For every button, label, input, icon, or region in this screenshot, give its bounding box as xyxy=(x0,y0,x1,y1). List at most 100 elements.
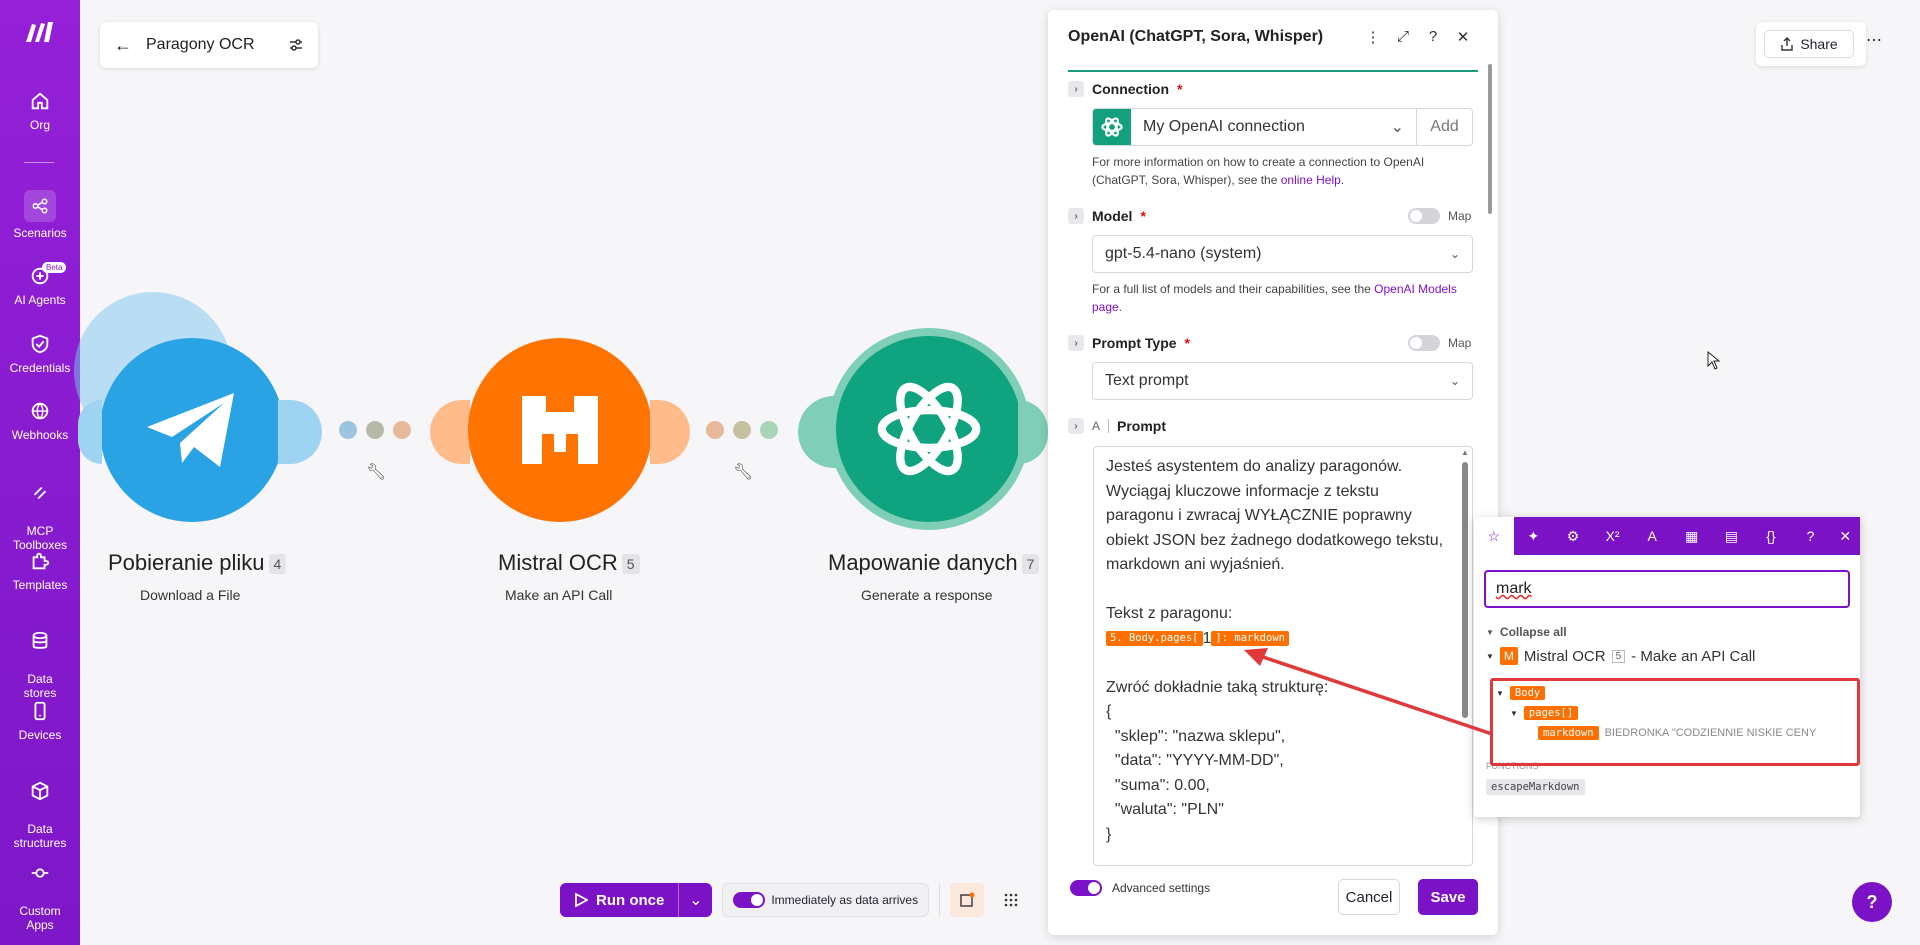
module-port xyxy=(278,400,322,464)
ai-sparkle-icon[interactable]: ✦ xyxy=(1514,517,1554,555)
function-item[interactable]: escapeMarkdown xyxy=(1486,779,1585,795)
close-icon[interactable]: ✕ xyxy=(1448,28,1478,46)
sidebar-item-org[interactable]: Org xyxy=(0,90,80,132)
sidebar-item-mcp-toolboxes[interactable]: MCP Toolboxes xyxy=(0,468,80,552)
model-select[interactable]: gpt-5.4-nano (system) ⌄ xyxy=(1092,235,1473,273)
text-icon[interactable]: A xyxy=(1632,517,1672,555)
model-map-toggle[interactable]: Map xyxy=(1408,208,1471,224)
module-port xyxy=(1018,400,1048,464)
back-arrow-icon[interactable]: ← xyxy=(114,35,132,56)
prompt-label: › A Prompt xyxy=(1068,418,1166,434)
share-icon xyxy=(1781,37,1794,51)
sidebar-item-label: Custom Apps xyxy=(19,904,61,932)
share-button[interactable]: Share xyxy=(1764,30,1854,58)
panel-scrollbar[interactable] xyxy=(1488,64,1492,214)
scenario-title[interactable]: Paragony OCR xyxy=(146,36,274,54)
run-once-button[interactable]: Run once xyxy=(560,883,679,917)
schedule-toggle[interactable]: Immediately as data arrives xyxy=(722,883,930,917)
expand-icon[interactable]: ⤢ xyxy=(1388,28,1418,45)
mapped-token[interactable]: 5. Body.pages[ xyxy=(1106,630,1203,646)
mapping-tabs: ☆ ✦ ⚙ X² A ▦ ▤ {} ? ✕ xyxy=(1474,517,1860,555)
help-icon[interactable]: ? xyxy=(1791,517,1831,555)
chevron-down-icon: ⌄ xyxy=(1390,119,1404,136)
map-switch[interactable] xyxy=(1408,335,1440,351)
highlight-frame xyxy=(1490,678,1860,766)
chevron-right-icon[interactable]: › xyxy=(1068,81,1084,97)
help-icon[interactable]: ? xyxy=(1418,28,1448,45)
sidebar-item-devices[interactable]: Devices xyxy=(0,700,80,742)
prompt-type-map-toggle[interactable]: Map xyxy=(1408,335,1471,351)
advanced-settings-switch[interactable] xyxy=(1070,880,1102,896)
star-icon[interactable]: ☆ xyxy=(1474,517,1514,555)
notes-icon[interactable] xyxy=(950,883,985,917)
map-switch[interactable] xyxy=(1408,208,1440,224)
connection-field[interactable]: My OpenAI connection ⌄ Add xyxy=(1092,108,1473,146)
table-icon[interactable]: ▤ xyxy=(1712,517,1752,555)
kebab-menu-icon[interactable]: ⋮ xyxy=(1358,28,1388,46)
sidebar-item-label: MCP Toolboxes xyxy=(12,524,68,552)
openai-icon xyxy=(877,382,981,476)
sidebar-item-label: Scenarios xyxy=(13,226,67,240)
prompt-type-label: › Prompt Type * xyxy=(1068,335,1190,351)
tree-module-mistral[interactable]: ▼ M Mistral OCR 5 - Make an API Call xyxy=(1486,647,1755,665)
superscript-icon[interactable]: X² xyxy=(1593,517,1633,555)
collapse-all-button[interactable]: ▼ Collapse all xyxy=(1486,625,1567,639)
save-button[interactable]: Save xyxy=(1418,879,1478,915)
schedule-switch[interactable] xyxy=(733,892,766,908)
calendar-icon[interactable]: ▦ xyxy=(1672,517,1712,555)
sidebar-item-data-stores[interactable]: Data stores xyxy=(0,616,80,700)
mapping-panel: ☆ ✦ ⚙ X² A ▦ ▤ {} ? ✕ mark ▼ Collapse all… xyxy=(1474,517,1860,817)
globe-icon xyxy=(31,402,49,420)
braces-icon[interactable]: {} xyxy=(1751,517,1791,555)
mouse-cursor-icon xyxy=(1707,351,1721,370)
chevron-right-icon[interactable]: › xyxy=(1068,418,1084,434)
connector-dot xyxy=(760,421,778,439)
sidebar-item-custom-apps[interactable]: Custom Apps xyxy=(0,848,80,932)
cancel-button[interactable]: Cancel xyxy=(1338,879,1400,915)
module-port xyxy=(78,400,102,464)
sidebar-item-webhooks[interactable]: Webhooks xyxy=(0,400,80,442)
grid-icon[interactable] xyxy=(994,883,1028,917)
sidebar-item-scenarios[interactable]: Scenarios xyxy=(0,190,80,240)
sliders-icon[interactable] xyxy=(288,37,304,53)
sidebar-item-label: Data stores xyxy=(23,672,57,700)
sidebar-item-label: Devices xyxy=(18,728,62,742)
connection-help: For more information on how to create a … xyxy=(1092,155,1425,187)
sidebar-item-data-structures[interactable]: Data structures xyxy=(0,766,80,850)
play-icon xyxy=(575,893,588,907)
home-icon xyxy=(31,92,49,110)
beta-badge: Beta xyxy=(42,262,67,273)
run-options-chevron-icon[interactable]: ⌄ xyxy=(678,883,712,917)
sidebar-item-label: Org xyxy=(29,118,50,132)
sidebar-item-templates[interactable]: Templates xyxy=(0,550,80,592)
chevron-right-icon[interactable]: › xyxy=(1068,335,1084,351)
connection-select[interactable]: My OpenAI connection ⌄ xyxy=(1131,109,1416,145)
module-openai[interactable] xyxy=(836,336,1022,522)
module-title: Pobieranie pliku 4 xyxy=(108,550,287,576)
chevron-down-icon: ⌄ xyxy=(1449,247,1460,261)
module-subtitle: Download a File xyxy=(140,587,241,603)
chevron-right-icon[interactable]: › xyxy=(1068,208,1084,224)
module-title: Mistral OCR 5 xyxy=(498,550,640,576)
close-icon[interactable]: ✕ xyxy=(1830,517,1860,555)
sidebar-item-ai-agents[interactable]: AI Agents xyxy=(0,265,80,307)
mapping-search-input[interactable]: mark xyxy=(1484,570,1850,608)
share-nodes-icon xyxy=(32,198,48,214)
sidebar-item-credentials[interactable]: Credentials xyxy=(0,333,80,375)
prompt-type-select[interactable]: Text prompt ⌄ xyxy=(1092,362,1473,400)
chevron-down-icon: ⌄ xyxy=(1449,374,1460,388)
gear-icon[interactable]: ⚙ xyxy=(1553,517,1593,555)
help-chat-button[interactable]: ? xyxy=(1852,882,1892,922)
more-options-icon[interactable]: ⋯ xyxy=(1866,30,1882,50)
panel-title: OpenAI (ChatGPT, Sora, Whisper) xyxy=(1068,28,1324,45)
add-connection-button[interactable]: Add xyxy=(1416,109,1472,145)
telegram-icon xyxy=(147,393,234,467)
online-help-link[interactable]: online Help xyxy=(1281,173,1341,187)
module-subtitle: Generate a response xyxy=(861,587,993,603)
module-mistral[interactable] xyxy=(468,338,652,522)
module-telegram[interactable] xyxy=(100,338,284,522)
wrench-icon[interactable]: 🔧︎ xyxy=(733,462,753,482)
advanced-settings-toggle[interactable]: Advanced settings xyxy=(1070,880,1210,896)
wrench-icon[interactable]: 🔧︎ xyxy=(366,462,386,482)
make-logo-icon[interactable] xyxy=(24,18,56,46)
